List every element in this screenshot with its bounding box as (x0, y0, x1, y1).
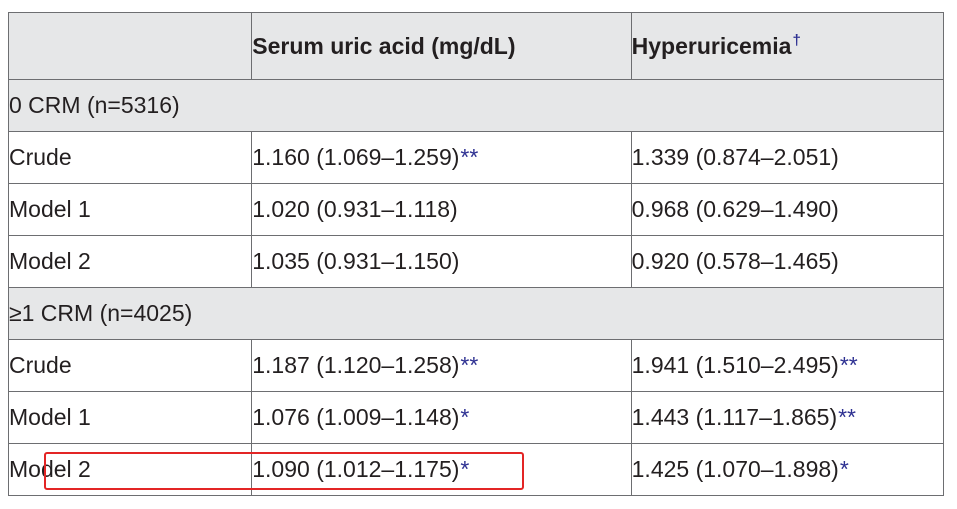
hyp-significance-mark: ** (838, 404, 857, 430)
sua-value: 1.020 (0.931–1.118) (252, 196, 458, 222)
hyp-significance-mark: * (839, 456, 849, 482)
hyp-cell: 1.339 (0.874–2.051) (630, 131, 945, 184)
hyp-value: 0.968 (0.629–1.490) (631, 196, 839, 222)
table-row: Model 2 1.035 (0.931–1.150) 0.920 (0.578… (7, 235, 945, 288)
sua-cell: 1.035 (0.931–1.150) (251, 235, 632, 288)
sua-value: 1.160 (1.069–1.259) (252, 144, 460, 170)
sua-cell: 1.187 (1.120–1.258)** (251, 339, 632, 392)
sua-significance-mark: ** (460, 352, 479, 378)
hyp-cell: 0.968 (0.629–1.490) (630, 183, 945, 236)
model-label: Crude (7, 339, 253, 392)
header-serum-uric-acid: Serum uric acid (mg/dL) (251, 12, 632, 80)
sua-cell: 1.076 (1.009–1.148)* (251, 391, 632, 444)
hyp-cell: 1.425 (1.070–1.898)* (630, 443, 945, 496)
header-hyperuricemia: Hyperuricemia† (630, 12, 945, 80)
sua-value: 1.187 (1.120–1.258) (252, 352, 460, 378)
dagger-footnote-mark: † (792, 32, 801, 49)
model-label: Model 2 (7, 235, 253, 288)
hyp-value: 1.443 (1.117–1.865) (631, 404, 838, 430)
table-row: Model 1 1.020 (0.931–1.118) 0.968 (0.629… (7, 183, 945, 236)
hyp-cell: 0.920 (0.578–1.465) (630, 235, 945, 288)
sua-cell: 1.160 (1.069–1.259)** (251, 131, 632, 184)
group-row-1-plus-crm: ≥1 CRM (n=4025) (8, 287, 944, 340)
model-label: Crude (7, 131, 253, 184)
model-label: Model 1 (7, 183, 253, 236)
model-label: Model 1 (7, 391, 253, 444)
hyp-value: 0.920 (0.578–1.465) (631, 248, 839, 274)
sua-significance-mark: * (460, 404, 470, 430)
hyp-value: 1.941 (1.510–2.495) (631, 352, 839, 378)
table-row: Crude 1.187 (1.120–1.258)** 1.941 (1.510… (7, 339, 945, 392)
sua-cell: 1.090 (1.012–1.175)* (251, 443, 632, 496)
sua-value: 1.076 (1.009–1.148) (252, 404, 460, 430)
hyp-value: 1.339 (0.874–2.051) (631, 144, 839, 170)
hyp-value: 1.425 (1.070–1.898) (631, 456, 839, 482)
sua-significance-mark: * (460, 456, 470, 482)
sua-value: 1.090 (1.012–1.175) (252, 456, 460, 482)
table-row: Crude 1.160 (1.069–1.259)** 1.339 (0.874… (7, 131, 945, 184)
header-serum-uric-acid-label: Serum uric acid (mg/dL) (252, 32, 516, 59)
table-row: Model 1 1.076 (1.009–1.148)* 1.443 (1.11… (7, 391, 945, 444)
sua-cell: 1.020 (0.931–1.118) (251, 183, 632, 236)
header-hyperuricemia-label: Hyperuricemia (631, 33, 792, 59)
sua-value: 1.035 (0.931–1.150) (252, 248, 460, 274)
model-label: Model 2 (7, 443, 253, 496)
group-row-0-crm: 0 CRM (n=5316) (8, 79, 944, 132)
group-label: 0 CRM (n=5316) (8, 79, 944, 132)
table-header-row: Serum uric acid (mg/dL) Hyperuricemia† (7, 12, 945, 80)
header-cell-empty (7, 12, 253, 80)
hyp-cell: 1.443 (1.117–1.865)** (630, 391, 945, 444)
results-table: Serum uric acid (mg/dL) Hyperuricemia† 0… (7, 12, 945, 496)
sua-significance-mark: ** (460, 144, 479, 170)
hyp-cell: 1.941 (1.510–2.495)** (630, 339, 945, 392)
table-row: Model 2 1.090 (1.012–1.175)* 1.425 (1.07… (7, 443, 945, 496)
group-label: ≥1 CRM (n=4025) (8, 287, 944, 340)
hyp-significance-mark: ** (839, 352, 858, 378)
